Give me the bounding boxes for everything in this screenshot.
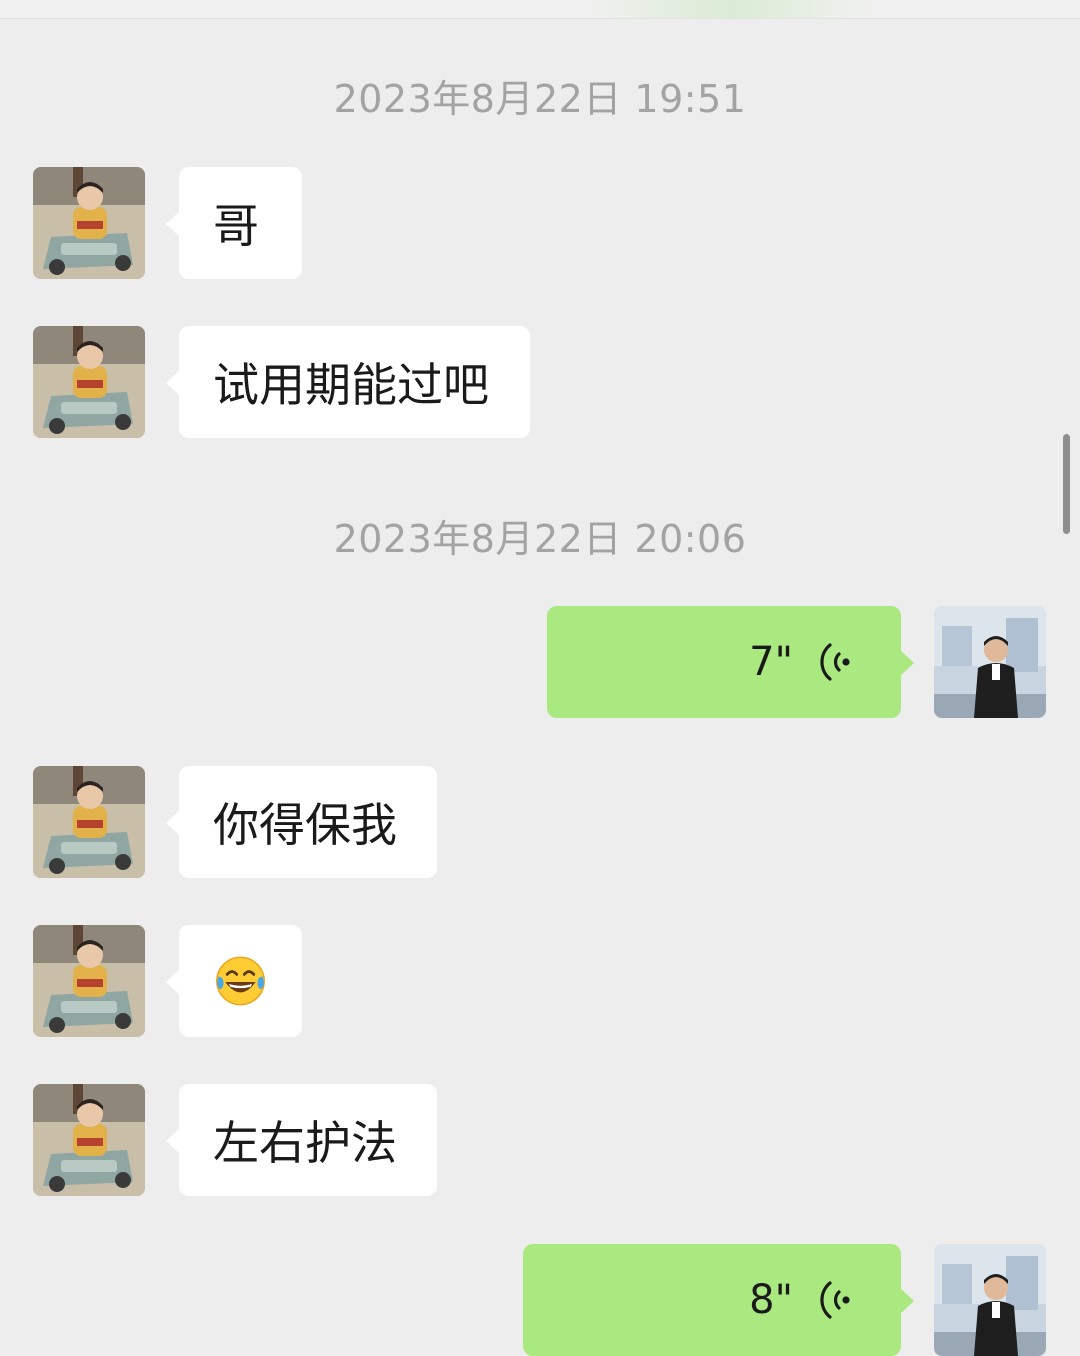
tears-of-joy-emoji-icon [216,956,265,1006]
contact-avatar[interactable] [33,766,145,878]
incoming-message-bubble[interactable]: 你得保我 [166,766,437,878]
contact-avatar[interactable] [33,326,145,438]
contact-avatar[interactable] [33,1084,145,1196]
message-timestamp: 2023年8月22日 19:51 [333,77,747,121]
contact-avatar[interactable] [33,167,145,279]
incoming-message-bubble[interactable] [166,925,302,1037]
message-text: 试用期能过吧 [213,358,489,412]
message-text: 左右护法 [213,1116,397,1170]
voice-duration: 7" [749,639,793,685]
top-bar [0,0,1080,19]
incoming-message-bubble[interactable]: 试用期能过吧 [166,326,530,438]
incoming-message-bubble[interactable]: 哥 [166,167,302,279]
voice-wave-icon [817,640,853,684]
voice-message-bubble[interactable]: 8" [523,1244,914,1356]
my-avatar[interactable] [934,606,1046,718]
contact-avatar[interactable] [33,925,145,1037]
voice-wave-icon [817,1278,853,1322]
message-timestamp: 2023年8月22日 20:06 [333,517,747,561]
voice-duration: 8" [749,1277,793,1323]
voice-message-bubble[interactable]: 7" [547,606,914,718]
my-avatar[interactable] [934,1244,1046,1356]
message-text: 哥 [213,199,259,253]
message-text: 你得保我 [213,798,397,852]
incoming-message-bubble[interactable]: 左右护法 [166,1084,437,1196]
